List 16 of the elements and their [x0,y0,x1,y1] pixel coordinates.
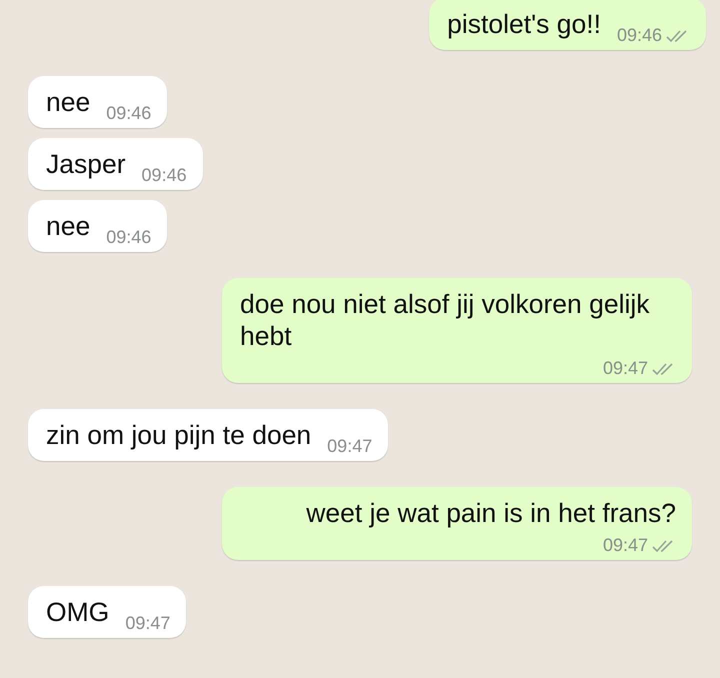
message-text: Jasper [46,148,126,180]
message-time: 09:47 [327,436,372,457]
message-time: 09:46 [142,165,187,186]
message-text: pistolet's go!! [447,8,601,40]
message-time: 09:47 [602,358,648,379]
message-time: 09:47 [125,613,170,634]
message-text: nee [46,210,90,242]
message-time: 09:46 [616,25,662,46]
message-time: 09:46 [106,227,152,248]
message-time: 09:46 [106,103,152,124]
message-text: zin om jou pijn te doen [46,419,312,451]
message-text: doe nou niet alsof jij volkoren gelijk hebt [240,288,651,352]
message-text: OMG [46,596,110,628]
message-text: weet je wat pain is in het frans? [306,497,676,529]
message-time: 09:47 [602,535,648,556]
message-text: nee [46,86,90,118]
